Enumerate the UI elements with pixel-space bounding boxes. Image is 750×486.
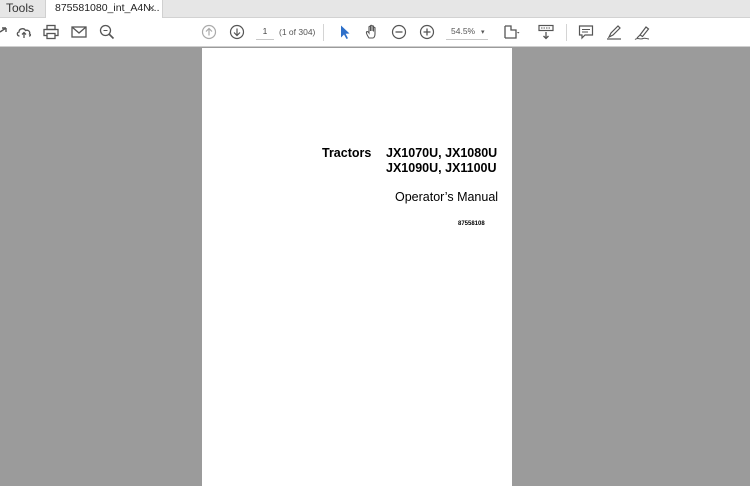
page-count-label: (1 of 304) bbox=[279, 27, 316, 37]
close-icon[interactable]: × bbox=[148, 0, 155, 16]
page-down-icon[interactable] bbox=[228, 23, 246, 41]
zoom-out-icon[interactable] bbox=[390, 23, 408, 41]
share-arrow-icon[interactable] bbox=[0, 23, 9, 41]
highlight-pen-icon[interactable] bbox=[605, 23, 623, 41]
document-subtitle: Operator’s Manual bbox=[395, 190, 499, 204]
document-title: Tractors bbox=[322, 146, 372, 160]
select-cursor-icon[interactable] bbox=[336, 23, 354, 41]
document-page: Tractors JX1070U, JX1080U JX1090U, JX110… bbox=[202, 48, 512, 486]
chevron-down-icon[interactable]: ▾ bbox=[481, 28, 485, 36]
tab-bar: Tools 875581080_int_A4N... × bbox=[0, 0, 750, 19]
email-icon[interactable] bbox=[70, 23, 88, 41]
hand-pan-icon[interactable] bbox=[363, 23, 381, 41]
tab-tools[interactable]: Tools bbox=[0, 0, 40, 18]
page-number-input[interactable]: 1 bbox=[256, 26, 274, 40]
toolbar: 1 (1 of 304) 54.5% ▾ bbox=[0, 18, 750, 47]
tab-document[interactable]: 875581080_int_A4N... × bbox=[45, 0, 163, 19]
search-icon[interactable] bbox=[98, 23, 116, 41]
toolbar-divider bbox=[323, 24, 324, 41]
toolbar-divider bbox=[566, 24, 567, 41]
upload-cloud-icon[interactable] bbox=[15, 23, 33, 41]
sign-pen-icon[interactable] bbox=[633, 23, 651, 41]
scroll-mode-icon[interactable] bbox=[537, 23, 555, 41]
document-models-line2: JX1090U, JX1100U bbox=[386, 161, 497, 175]
fit-page-icon[interactable] bbox=[502, 23, 520, 41]
page-up-icon[interactable] bbox=[200, 23, 218, 41]
comment-icon[interactable] bbox=[577, 23, 595, 41]
tab-document-label: 875581080_int_A4N... bbox=[55, 2, 160, 14]
zoom-in-icon[interactable] bbox=[418, 23, 436, 41]
document-models-line1: JX1070U, JX1080U bbox=[386, 146, 498, 160]
document-number: 87558108 bbox=[458, 221, 485, 227]
print-icon[interactable] bbox=[42, 23, 60, 41]
